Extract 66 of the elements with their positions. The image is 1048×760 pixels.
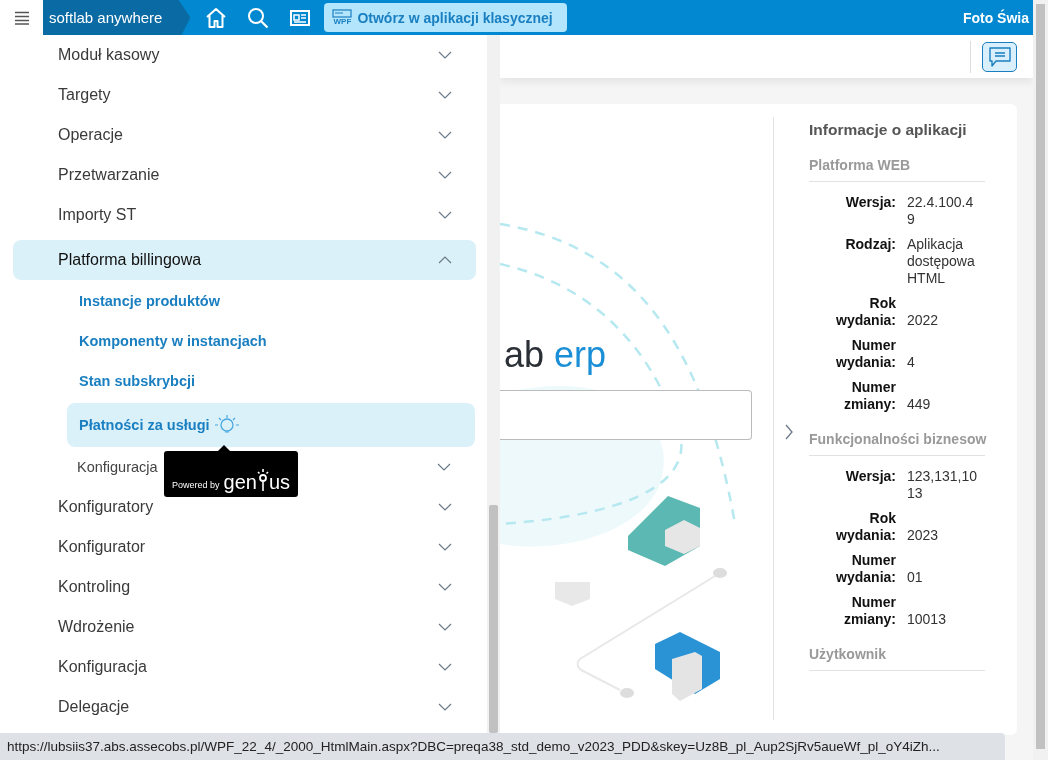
input-field[interactable]	[500, 390, 752, 440]
tooltip-text: Powered by	[172, 480, 220, 490]
field-value: 123,131,10 13	[907, 468, 979, 502]
user-name[interactable]: Foto Świa	[962, 9, 1029, 26]
brand-logo: gen us	[223, 468, 291, 492]
section-title: Użytkownik	[809, 646, 985, 671]
submenu-item[interactable]: Stan subskrybcji	[0, 361, 475, 401]
field-label: Rodzaj:	[844, 236, 896, 253]
chevron-down-icon	[438, 131, 452, 139]
sidebar-item[interactable]: Delegacje	[0, 687, 476, 727]
page-scrollbar[interactable]	[1033, 0, 1048, 760]
chat-icon	[987, 45, 1012, 68]
link-url: https://lubsiis37.abs.assecobs.pl/WPF_22_4/_2000_HtmlMain.aspx?DBC=preqa38_std_demo_v2023_PDD&skey=Uz8B_pl_Aup2SjRv5aueWf_pl_oY4iZh...	[7, 739, 940, 754]
menu-button[interactable]	[0, 0, 43, 35]
submenu-item[interactable]: Komponenty w instancjach	[0, 321, 475, 361]
menu-icon	[13, 10, 30, 25]
sidebar-item[interactable]: Targety	[0, 75, 476, 115]
field-label: Wersja:	[844, 194, 896, 211]
field-label: Numer zmiany:	[842, 379, 896, 413]
field-value: 449	[907, 396, 932, 413]
field-label: Rok wydania:	[835, 510, 896, 544]
field-label: Wersja:	[844, 468, 896, 485]
field-value: 4	[907, 354, 916, 371]
scrollbar[interactable]	[487, 35, 500, 733]
chevron-down-icon	[438, 583, 452, 591]
submenu-item[interactable]: Instancje produktów	[0, 281, 475, 321]
panel-title: Informacje o aplikacji	[809, 121, 968, 139]
chevron-down-icon	[438, 503, 452, 511]
field-value: 01	[907, 569, 924, 586]
sidebar-item[interactable]: Konfigurator	[0, 527, 476, 567]
sidebar-item[interactable]: Konfiguracja	[0, 647, 476, 687]
chat-button[interactable]	[982, 41, 1017, 72]
field-label: Numer zmiany:	[842, 594, 896, 628]
sidebar-item[interactable]: Kontroling	[0, 567, 476, 607]
sidebar-item[interactable]: Operacje	[0, 115, 476, 155]
field-label: Numer wydania:	[835, 337, 896, 371]
field-value: Aplikacja dostępowa HTML	[907, 236, 976, 287]
submenu-group[interactable]: Konfiguracja	[77, 459, 158, 475]
app-name[interactable]: softlab anywhere	[43, 0, 191, 35]
field-value: 2022	[907, 312, 940, 329]
sidebar-item[interactable]: Platforma billingowa	[13, 240, 476, 280]
sidebar-item[interactable]: Moduł kasowy	[0, 35, 476, 75]
chevron-down-icon	[438, 663, 452, 671]
chevron-down-icon	[438, 211, 452, 219]
chevron-down-icon	[438, 171, 452, 179]
chevron-down-icon	[438, 51, 452, 59]
chevron-down-icon	[438, 623, 452, 631]
field-value: 22.4.100.4 9	[907, 194, 975, 228]
search-icon[interactable]	[246, 5, 271, 30]
field-label: Numer wydania:	[835, 552, 896, 586]
chevron-down-icon[interactable]	[437, 463, 451, 471]
section-title: Funkcjonalności biznesow	[809, 431, 985, 456]
section-title: Platforma WEB	[809, 157, 985, 182]
field-value: 2023	[907, 527, 940, 544]
sidebar-item[interactable]: Przetwarzanie	[0, 155, 476, 195]
sidebar-item[interactable]: Importy ST	[0, 195, 476, 235]
submenu-item[interactable]: Płatności za usługi	[67, 403, 475, 447]
field-value: 10013	[907, 611, 947, 628]
chevron-up-icon	[438, 256, 452, 264]
field-label: Rok wydania:	[835, 295, 896, 329]
chevron-down-icon	[438, 91, 452, 99]
chevron-down-icon	[438, 703, 452, 711]
app-logo: ab erp	[504, 334, 608, 376]
chevron-right-icon[interactable]	[784, 424, 794, 440]
chevron-down-icon	[438, 543, 452, 551]
sidebar-item[interactable]: Wdrożenie	[0, 607, 476, 647]
